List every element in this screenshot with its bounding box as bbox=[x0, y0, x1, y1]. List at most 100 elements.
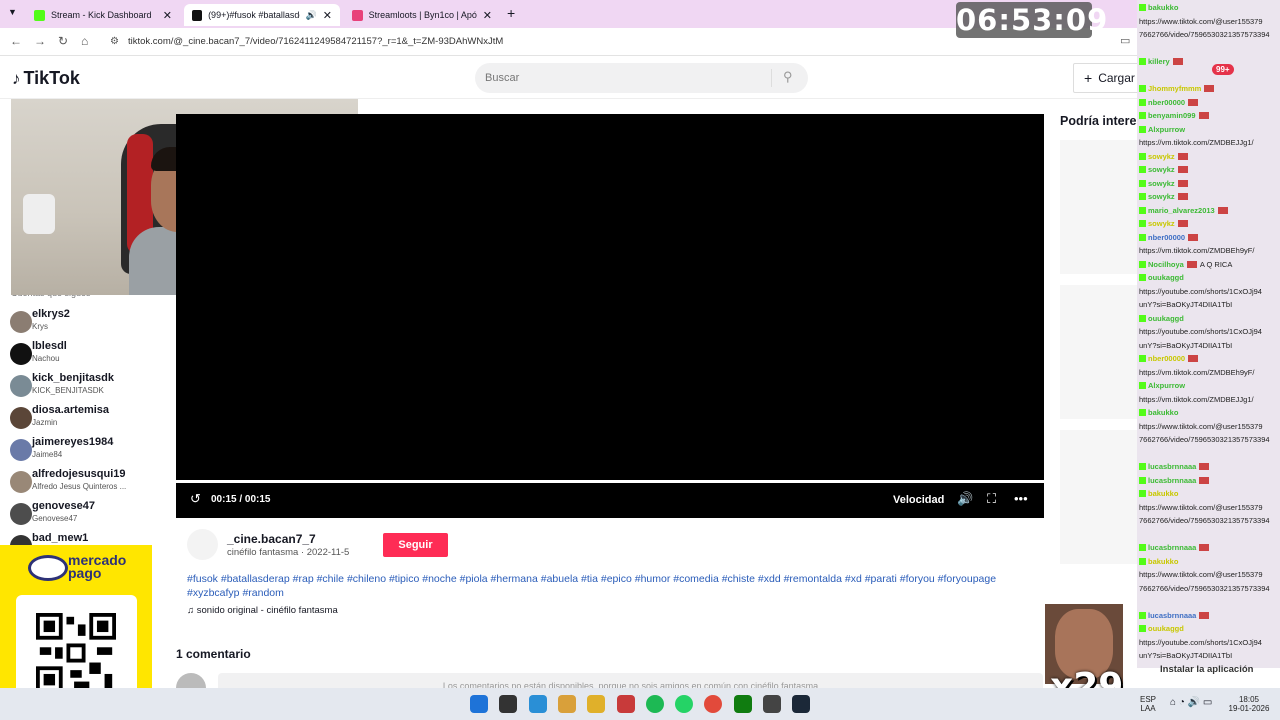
chat-username[interactable]: Alxpurrow bbox=[1148, 125, 1185, 134]
close-tab-icon[interactable]: ✕ bbox=[323, 9, 332, 22]
avatar bbox=[10, 503, 32, 525]
kick-badge-icon bbox=[1139, 463, 1146, 470]
kick-badge-icon bbox=[1139, 58, 1146, 65]
author-avatar[interactable] bbox=[187, 529, 218, 560]
following-item[interactable]: lblesdl Nachou bbox=[10, 340, 160, 370]
chat-username[interactable]: sowykz bbox=[1148, 179, 1175, 188]
chat-username[interactable]: killery bbox=[1148, 57, 1170, 66]
site-info-icon[interactable]: ⚙ bbox=[110, 36, 119, 47]
chat-emote-icon bbox=[1177, 193, 1188, 200]
chat-username[interactable]: lucasbrnnaaa bbox=[1148, 543, 1196, 552]
chat-username[interactable]: bakukko bbox=[1148, 3, 1178, 12]
system-clock[interactable]: 18:05 19-01-2026 bbox=[1222, 695, 1276, 713]
chat-username[interactable]: lucasbrnnaaa bbox=[1148, 476, 1196, 485]
chat-emote-icon bbox=[1217, 206, 1228, 214]
chat-username[interactable]: benyamin099 bbox=[1148, 111, 1196, 120]
fullscreen-icon[interactable]: ⛶ bbox=[987, 491, 996, 507]
chat-emote-icon bbox=[1199, 544, 1210, 551]
follow-button[interactable]: Seguir bbox=[383, 533, 448, 557]
chat-username[interactable]: ouukaggd bbox=[1148, 624, 1184, 633]
back-icon[interactable]: ← bbox=[10, 34, 22, 48]
tab-kick-dashboard[interactable]: Stream - Kick Dashboard ✕ bbox=[26, 4, 180, 26]
chat-username[interactable]: sowykz bbox=[1148, 152, 1175, 161]
chat-username[interactable]: ouukaggd bbox=[1148, 273, 1184, 282]
chat-username[interactable]: mario_alvarez2013 bbox=[1148, 206, 1215, 215]
chat-username[interactable]: lucasbrnnaaa bbox=[1148, 611, 1196, 620]
windows-start-icon[interactable] bbox=[470, 695, 488, 713]
speed-button[interactable]: Velocidad bbox=[893, 494, 944, 506]
chat-line: sowykz bbox=[1139, 219, 1278, 228]
snip-icon[interactable] bbox=[616, 695, 635, 713]
chat-username[interactable]: bakukko bbox=[1148, 557, 1178, 566]
search-icon[interactable]: ⚲ bbox=[783, 69, 793, 85]
following-item[interactable]: kick_benjitasdk KICK_BENJITASDK bbox=[10, 372, 160, 402]
install-app-link[interactable]: Instalar la aplicación bbox=[1160, 664, 1253, 675]
close-tab-icon[interactable]: ✕ bbox=[163, 9, 172, 22]
following-item[interactable]: alfredojesusqui19 Alfredo Jesus Quintero… bbox=[10, 468, 160, 498]
forward-icon[interactable]: → bbox=[34, 34, 46, 48]
following-item[interactable]: jaimereyes1984 Jaime84 bbox=[10, 436, 160, 466]
settings-icon[interactable] bbox=[763, 695, 781, 713]
file-explorer-icon[interactable] bbox=[557, 695, 576, 713]
sound-link[interactable]: ♫ sonido original - cinéfilo fantasma bbox=[187, 605, 338, 616]
edge-icon[interactable] bbox=[528, 695, 547, 713]
chat-line: ouukaggd bbox=[1139, 273, 1278, 282]
following-item[interactable]: genovese47 Genovese47 bbox=[10, 500, 160, 530]
chat-username[interactable]: Alxpurrow bbox=[1148, 381, 1185, 390]
recommend-card[interactable] bbox=[1060, 140, 1138, 274]
chat-username[interactable]: ouukaggd bbox=[1148, 314, 1184, 323]
chat-username[interactable]: bakukko bbox=[1148, 408, 1178, 417]
spotify-icon[interactable] bbox=[645, 695, 664, 713]
cast-icon[interactable]: ▭ bbox=[1120, 34, 1130, 47]
chat-username[interactable]: nber00000 bbox=[1148, 354, 1185, 363]
home-icon[interactable]: ⌂ bbox=[81, 34, 88, 48]
chat-username[interactable]: bakukko bbox=[1148, 489, 1178, 498]
kick-badge-icon bbox=[1139, 4, 1146, 11]
chat-username[interactable]: Jhommyfmmm bbox=[1148, 84, 1201, 93]
chat-line: unY?si=BaOKyJT4DIIA1TbI bbox=[1139, 300, 1278, 309]
reload-icon[interactable]: ↻ bbox=[58, 34, 68, 48]
chat-message: 7662766/video/7596530321357573394 bbox=[1139, 30, 1270, 39]
chat-username[interactable]: lucasbrnnaaa bbox=[1148, 462, 1196, 471]
language-indicator[interactable]: ESP LAA bbox=[1140, 695, 1156, 713]
chat-line: nber00000 bbox=[1139, 354, 1278, 363]
recommend-card[interactable] bbox=[1060, 430, 1138, 564]
qr-code-icon bbox=[36, 613, 116, 693]
chat-username[interactable]: Nocilhoya bbox=[1148, 260, 1184, 269]
xbox-icon[interactable] bbox=[733, 695, 752, 713]
speaker-icon[interactable]: 🔊 bbox=[306, 10, 317, 21]
tab-list-chevron-icon[interactable]: ▼ bbox=[8, 7, 17, 17]
chat-username[interactable]: nber00000 bbox=[1148, 233, 1185, 242]
hashtags[interactable]: #fusok #batallasderap #rap #chile #chile… bbox=[187, 572, 1037, 600]
chat-message: A Q RICA bbox=[1199, 259, 1233, 269]
tab-tiktok[interactable]: (99+)#fusok #batallasderap 🔊 ✕ bbox=[184, 4, 340, 26]
chat-line: 7662766/video/7596530321357573394 bbox=[1139, 435, 1278, 444]
tab-streamloots[interactable]: Streamloots | Byn1co | Apóyam ✕ bbox=[344, 4, 500, 26]
chat-username[interactable]: sowykz bbox=[1148, 219, 1175, 228]
tiktok-logo[interactable]: ♪ TikTok bbox=[12, 68, 80, 89]
more-icon[interactable]: ••• bbox=[1014, 491, 1028, 506]
close-tab-icon[interactable]: ✕ bbox=[483, 9, 492, 22]
chat-username[interactable]: sowykz bbox=[1148, 165, 1175, 174]
following-item[interactable]: elkrys2 Krys bbox=[10, 308, 160, 338]
search-icon[interactable] bbox=[499, 695, 518, 713]
kick-badge-icon bbox=[1139, 409, 1146, 416]
whatsapp-icon[interactable] bbox=[675, 695, 694, 713]
volume-icon[interactable]: 🔊 bbox=[957, 491, 973, 507]
lang-top: ESP bbox=[1140, 695, 1157, 704]
url-field[interactable]: tiktok.com/@_cine.bacan7_7/video/7162411… bbox=[128, 36, 503, 47]
new-tab-button[interactable]: + bbox=[507, 5, 515, 21]
following-item[interactable]: diosa.artemisa Jazmin bbox=[10, 404, 160, 434]
search-bar[interactable]: Buscar ⚲ bbox=[475, 63, 808, 93]
chrome-icon[interactable] bbox=[704, 695, 723, 713]
store-icon[interactable] bbox=[587, 695, 606, 713]
author-handle[interactable]: _cine.bacan7_7 bbox=[227, 532, 316, 546]
tray-icons[interactable]: ⌂ ◔ 🔊 ▭ bbox=[1170, 697, 1212, 708]
video-player[interactable] bbox=[176, 114, 1044, 481]
chat-username[interactable]: nber00000 bbox=[1148, 98, 1185, 107]
replay-icon[interactable]: ↺ bbox=[190, 491, 201, 507]
recommend-card[interactable] bbox=[1060, 285, 1138, 419]
chat-username[interactable]: sowykz bbox=[1148, 192, 1175, 201]
steam-icon[interactable] bbox=[792, 695, 811, 713]
search-input[interactable]: Buscar bbox=[485, 72, 519, 84]
